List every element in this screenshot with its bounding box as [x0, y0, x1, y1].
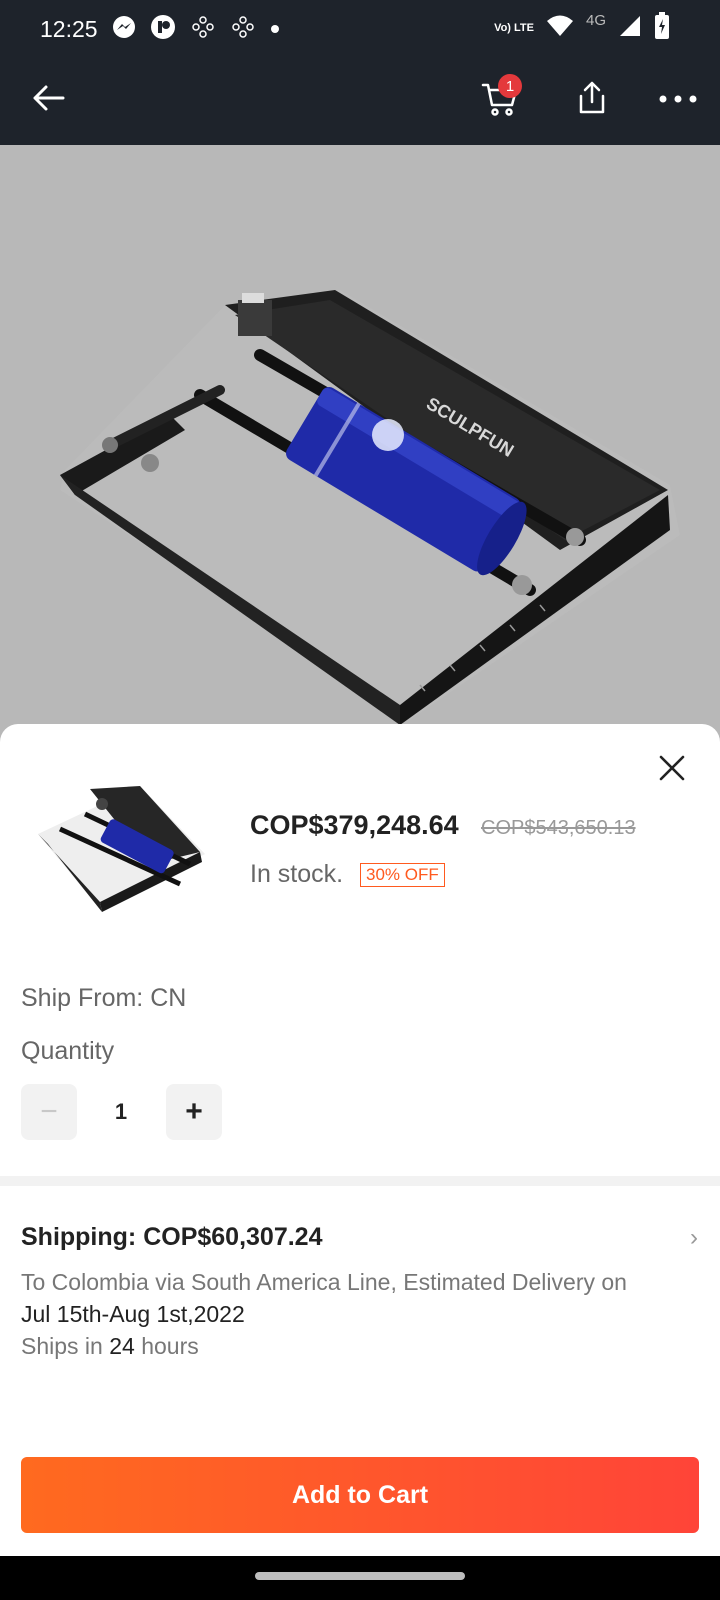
plus-icon: +: [185, 1095, 203, 1128]
back-button[interactable]: [20, 72, 76, 128]
shipping-description: To Colombia via South America Line, Esti…: [21, 1266, 681, 1362]
more-button[interactable]: [650, 72, 706, 128]
current-price: COP$379,248.64: [250, 810, 459, 840]
cart-count-badge: 1: [498, 74, 522, 98]
quantity-value[interactable]: 1: [84, 1084, 158, 1140]
add-to-cart-button[interactable]: Add to Cart: [21, 1457, 699, 1533]
ship-from: Ship From: CN: [21, 984, 187, 1012]
sku-bottom-sheet: COP$379,248.64 COP$543,650.13 In stock. …: [0, 724, 720, 1556]
top-bar: 12:25 Vo) LTE 4G 1: [0, 0, 720, 145]
status-bar: 12:25 Vo) LTE 4G: [0, 0, 720, 58]
network-type: 4G: [585, 12, 606, 29]
ships-in-prefix: Ships in: [21, 1333, 110, 1359]
shipping-route: To Colombia via South America Line, Esti…: [21, 1269, 627, 1295]
quantity-decrease-button[interactable]: −: [21, 1084, 77, 1140]
quantity-increase-button[interactable]: +: [166, 1084, 222, 1140]
share-button[interactable]: [564, 72, 620, 128]
section-divider: [0, 1176, 720, 1186]
app-icon: [150, 14, 176, 45]
share-icon: [573, 79, 611, 122]
product-thumbnail[interactable]: [30, 784, 210, 934]
toolbar: 1: [0, 58, 720, 145]
minus-icon: −: [40, 1095, 58, 1128]
quantity-label: Quantity: [21, 1037, 115, 1065]
close-button[interactable]: [650, 748, 694, 792]
notification-icons: [112, 14, 280, 45]
messenger-icon: [112, 15, 136, 44]
volte-icon: Vo) LTE: [494, 23, 534, 34]
home-gesture-bar[interactable]: [255, 1572, 465, 1580]
cart-button[interactable]: 1: [472, 72, 528, 128]
dot-icon: [270, 21, 280, 39]
system-icons: Vo) LTE 4G: [494, 12, 670, 45]
shipping-title: Shipping: COP$60,307.24: [21, 1223, 323, 1251]
delivery-dates: Jul 15th-Aug 1st,2022: [21, 1301, 245, 1327]
volte-label: Vo) LTE: [494, 22, 534, 34]
close-icon: [658, 754, 686, 787]
rotary-roller-illustration: SCULPFUN: [0, 145, 720, 745]
chevron-right-icon: ›: [690, 1224, 698, 1251]
ships-in-suffix: hours: [134, 1333, 199, 1359]
wifi-icon: [546, 14, 574, 43]
back-arrow-icon: [28, 78, 68, 123]
system-nav-bar: [0, 1556, 720, 1600]
status-time: 12:25: [40, 16, 98, 42]
original-price: COP$543,650.13: [481, 817, 636, 839]
signal-icon: [618, 14, 642, 43]
ships-in-hours: 24: [109, 1333, 135, 1359]
game-icon: [190, 14, 216, 45]
shipping-option[interactable]: Shipping: COP$60,307.24 › To Colombia vi…: [0, 1186, 720, 1359]
more-icon: [658, 91, 698, 109]
product-image[interactable]: SCULPFUN: [0, 145, 720, 745]
discount-badge: 30% OFF: [360, 863, 445, 887]
battery-icon: [654, 12, 670, 45]
game-icon: [230, 14, 256, 45]
stock-status: In stock.: [250, 860, 344, 888]
